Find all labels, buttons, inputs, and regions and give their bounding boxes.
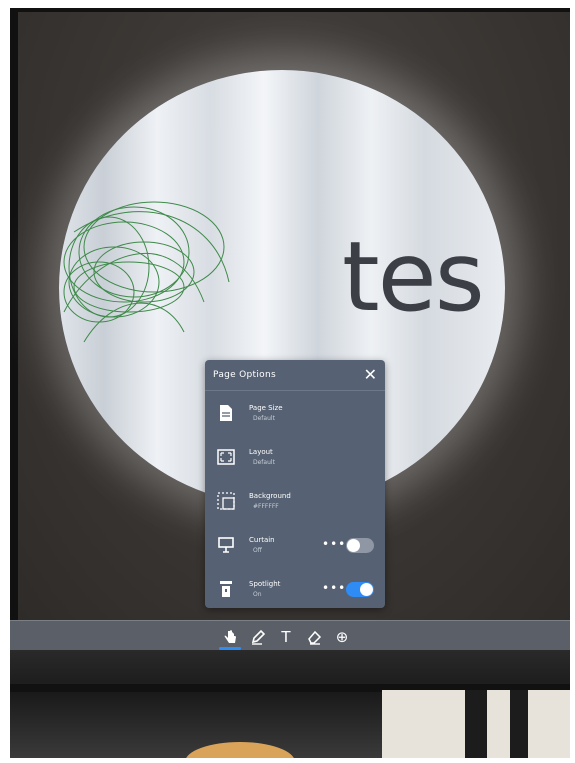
option-label: Curtain [249,536,275,544]
bottom-toolbar: T ⊕ [219,627,350,650]
panel-title: Page Options [213,370,276,380]
curtain-toggle[interactable] [346,538,374,553]
layout-icon [217,448,235,466]
option-value: Off [253,547,262,554]
option-label: Layout [249,448,273,456]
option-page-size[interactable]: Page Size Default [205,391,385,435]
curtain-more-button[interactable]: ••• [322,537,346,551]
post [510,690,528,758]
option-label: Background [249,492,291,500]
page-options-panel: Page Options ✕ Page Size Default Layout [205,360,385,608]
room-background [10,650,570,758]
option-value: #FFFFFF [253,503,279,510]
eraser-icon[interactable] [306,629,322,645]
post [465,690,487,758]
spotlight-icon [217,580,235,598]
spotlight-toggle[interactable] [346,582,374,597]
option-value: On [253,591,262,598]
text-icon[interactable]: T [278,629,294,645]
select-hand-icon[interactable] [219,629,241,650]
background-icon [217,492,235,510]
spotlight-more-button[interactable]: ••• [322,581,346,595]
add-icon[interactable]: ⊕ [334,629,350,645]
option-spotlight[interactable]: Spotlight On ••• [205,567,385,608]
option-background[interactable]: Background #FFFFFF [205,479,385,523]
curtain-icon [217,536,235,554]
option-value: Default [253,459,275,466]
option-label: Spotlight [249,580,281,588]
option-value: Default [253,415,275,422]
display-bezel: T ⊕ [10,620,570,651]
photo-frame: tes Page Options ✕ Page Size Default Lay… [10,8,570,758]
option-curtain[interactable]: Curtain Off ••• [205,523,385,567]
pen-icon[interactable] [250,629,266,645]
option-label: Page Size [249,404,283,412]
canvas-text[interactable]: tes [342,222,502,332]
option-layout[interactable]: Layout Default [205,435,385,479]
document-icon [217,404,235,422]
panel-header: Page Options ✕ [205,360,385,391]
close-icon[interactable]: ✕ [364,367,377,383]
green-ink-scribble [63,201,230,343]
whiteboard-canvas[interactable]: tes Page Options ✕ Page Size Default Lay… [18,12,570,620]
table-top [185,742,295,758]
